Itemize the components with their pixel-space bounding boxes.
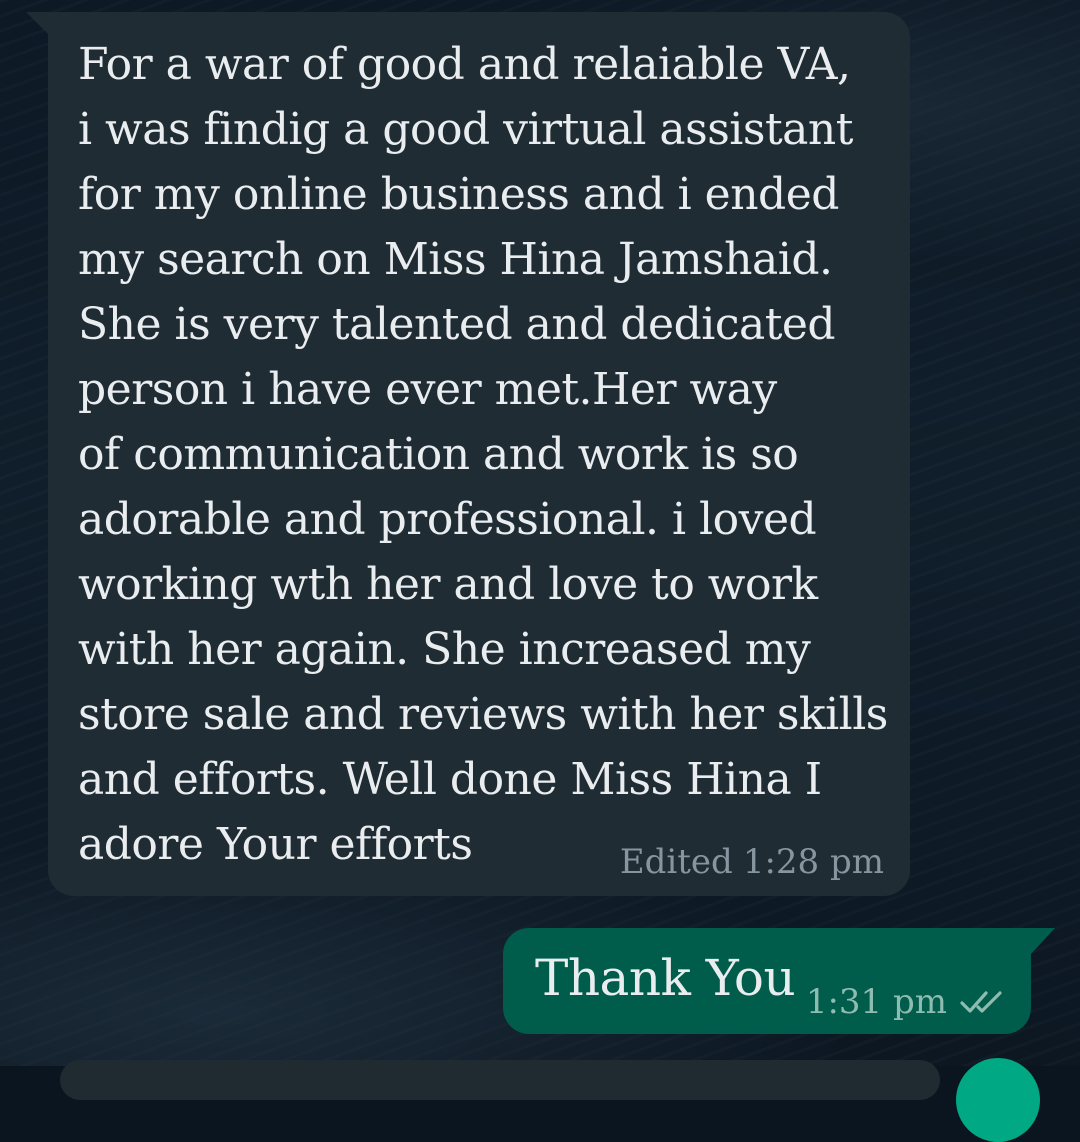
incoming-message-time: 1:28 pm bbox=[742, 842, 884, 882]
double-check-icon bbox=[959, 989, 1005, 1015]
outgoing-message-text: Thank You bbox=[535, 949, 796, 1007]
send-button[interactable] bbox=[956, 1058, 1040, 1142]
outgoing-message-meta: 1:31 pm bbox=[806, 982, 1005, 1022]
incoming-message-bubble[interactable]: For a war of good and relaiable VA, i wa… bbox=[48, 12, 910, 896]
message-input-bar[interactable] bbox=[60, 1060, 940, 1100]
edited-label: Edited bbox=[619, 842, 733, 882]
outgoing-message-time: 1:31 pm bbox=[805, 982, 947, 1022]
outgoing-bubble-tail bbox=[1031, 928, 1055, 954]
outgoing-message-bubble[interactable]: Thank You 1:31 pm bbox=[503, 928, 1031, 1034]
incoming-message-text: For a war of good and relaiable VA, i wa… bbox=[78, 39, 888, 870]
incoming-message-meta: Edited 1:28 pm bbox=[620, 842, 884, 882]
